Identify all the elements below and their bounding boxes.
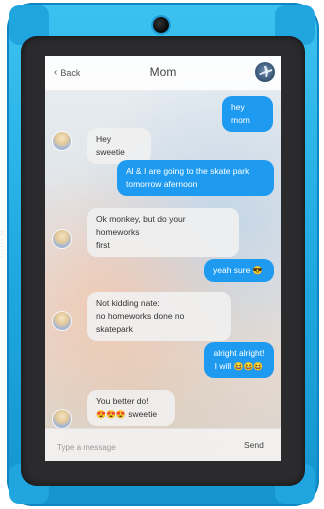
message-bubble-outgoing: hey mom <box>222 96 273 132</box>
contact-name: Mom <box>149 65 177 79</box>
message-bubble-outgoing: yeah sure 😎 <box>204 259 274 282</box>
messaging-screen: ‹ Back Mom hey mom Hey sweetie Al & I ar… <box>45 56 281 461</box>
message-text: alright alright! <box>213 348 265 358</box>
message-text: Hey sweetie <box>96 134 125 157</box>
message-text: You better do! <box>96 396 149 406</box>
message-bubble-outgoing: alright alright! I will 😆😆😆 <box>204 342 274 378</box>
conversation-header: ‹ Back Mom <box>45 56 281 91</box>
compose-bar: Send <box>45 428 281 461</box>
laughing-emoji-icon: 😆😆😆 <box>233 362 264 371</box>
message-text: hey mom <box>231 102 250 125</box>
message-input[interactable] <box>55 439 209 455</box>
message-text: yeah sure <box>213 265 251 275</box>
message-text: no homeworks done no skatepark <box>96 311 185 334</box>
send-button[interactable]: Send <box>244 440 264 450</box>
message-text: Not kidding nate: <box>96 298 160 308</box>
mom-avatar <box>53 410 71 428</box>
message-bubble-incoming: Not kidding nate: no homeworks done no s… <box>87 292 231 341</box>
message-bubble-outgoing: Al & I are going to the skate park tomor… <box>117 160 274 196</box>
heart-eyes-emoji-icon: 😍😍😍 <box>96 410 126 419</box>
message-text: first <box>96 240 110 250</box>
message-text: Ok monkey, but do your homeworks <box>96 214 186 237</box>
mom-avatar <box>53 132 71 150</box>
front-camera-icon <box>153 17 169 33</box>
message-bubble-incoming: Hey sweetie <box>87 128 151 164</box>
brand-logo: Kurio <box>0 230 7 259</box>
message-text: I will <box>214 361 232 371</box>
message-text: Al & I are going to the skate park <box>126 166 250 176</box>
message-bubble-incoming: Ok monkey, but do your homeworks first <box>87 208 239 257</box>
airplane-avatar-icon <box>259 66 272 77</box>
contact-avatar[interactable] <box>255 62 275 82</box>
sunglasses-emoji-icon: 😎 <box>252 266 263 275</box>
mom-avatar <box>53 312 71 330</box>
message-text: sweetie <box>128 409 158 419</box>
mom-avatar <box>53 230 71 248</box>
message-text: tomorrow afernoon <box>126 179 198 189</box>
message-bubble-incoming: You better do! 😍😍😍 sweetie <box>87 390 175 426</box>
